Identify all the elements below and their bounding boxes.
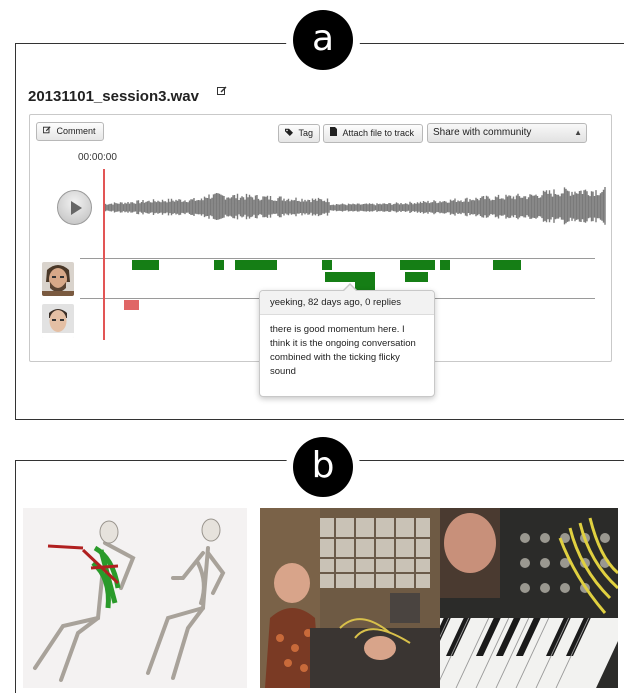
attach-file-button[interactable]: Attach file to track xyxy=(323,124,423,143)
annotation-segment[interactable] xyxy=(324,272,376,282)
edit-icon[interactable] xyxy=(217,85,227,99)
waveform-path xyxy=(104,187,606,225)
tag-icon xyxy=(285,128,296,138)
skeleton-motion-capture-image xyxy=(23,508,247,688)
track-title: 20131101_session3.wav xyxy=(28,88,199,105)
panel-a-label: a xyxy=(293,10,353,70)
figure: a 20131101_session3.wav Comment Tag Atta… xyxy=(0,0,624,693)
annotation-segment[interactable] xyxy=(124,300,140,310)
comment-button[interactable]: Comment xyxy=(36,122,104,141)
comment-icon xyxy=(42,126,54,136)
popover-caret-inner xyxy=(343,285,357,292)
studio-photo xyxy=(260,508,440,688)
avatar[interactable] xyxy=(42,304,74,338)
annotation-segment[interactable] xyxy=(405,272,428,282)
panel-b-label: b xyxy=(293,437,353,497)
share-select[interactable]: Share with community ▲ xyxy=(427,123,587,143)
popover-body: there is good momentum here. I think it … xyxy=(270,324,416,377)
annotation-segment[interactable] xyxy=(131,260,160,270)
waveform[interactable] xyxy=(104,178,606,238)
tag-button[interactable]: Tag xyxy=(278,124,320,143)
attach-file-button-label: Attach file to track xyxy=(342,128,415,138)
synthesizer-photo xyxy=(440,508,618,688)
annotation-lane-1 xyxy=(80,258,595,259)
annotation-segment[interactable] xyxy=(400,260,436,270)
play-icon xyxy=(71,201,82,215)
timecode: 00:00:00 xyxy=(78,152,117,163)
tag-button-label: Tag xyxy=(298,128,314,138)
comment-button-label: Comment xyxy=(56,126,96,136)
popover-header: yeeking, 82 days ago, 0 replies xyxy=(260,291,434,315)
avatar[interactable] xyxy=(42,262,74,296)
playhead[interactable] xyxy=(103,169,105,340)
share-select-value: Share with community xyxy=(433,127,532,138)
annotation-segment[interactable] xyxy=(322,260,333,270)
play-button[interactable] xyxy=(57,190,92,225)
file-icon xyxy=(330,127,340,138)
annotation-segment[interactable] xyxy=(234,260,278,270)
chevron-updown-icon: ▲ xyxy=(574,128,582,137)
comment-popover: yeeking, 82 days ago, 0 replies there is… xyxy=(259,283,435,397)
annotation-segment[interactable] xyxy=(214,260,225,270)
annotation-segment[interactable] xyxy=(493,260,521,270)
annotation-segment[interactable] xyxy=(440,260,451,270)
